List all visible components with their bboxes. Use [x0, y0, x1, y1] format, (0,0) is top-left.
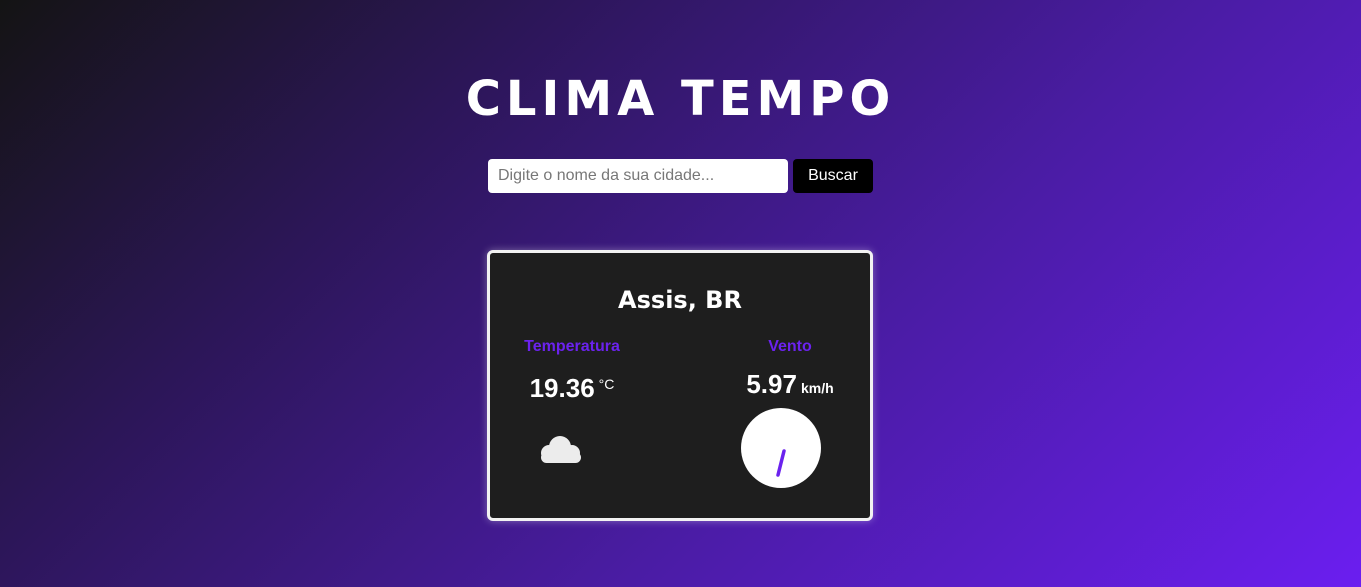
wind-label: Vento: [768, 338, 812, 355]
temperature-section: Temperatura 19.36 °C: [510, 337, 634, 408]
temperature-unit: °C: [598, 376, 615, 392]
search-input[interactable]: [488, 159, 788, 193]
wind-unit: km/h: [800, 380, 834, 396]
search-bar: Buscar: [488, 159, 873, 193]
search-button[interactable]: Buscar: [793, 159, 873, 193]
wind-section: Vento 5.97 km/h: [728, 337, 852, 404]
page-title: CLIMA TEMPO: [465, 71, 896, 127]
temperature-reading: 19.36 °C: [510, 369, 634, 408]
city-name: Assis, BR: [618, 286, 742, 314]
weather-card: Assis, BR Temperatura 19.36 °C Vento 5.97…: [487, 250, 873, 521]
cloud-icon: [536, 433, 586, 467]
wind-value: 5.97: [746, 369, 797, 399]
temperature-value: 19.36: [529, 373, 595, 403]
wind-reading: 5.97 km/h: [728, 369, 852, 404]
wind-compass: [741, 408, 821, 488]
wind-direction-arrow-icon: [776, 449, 786, 477]
temperature-label: Temperatura: [524, 338, 620, 355]
